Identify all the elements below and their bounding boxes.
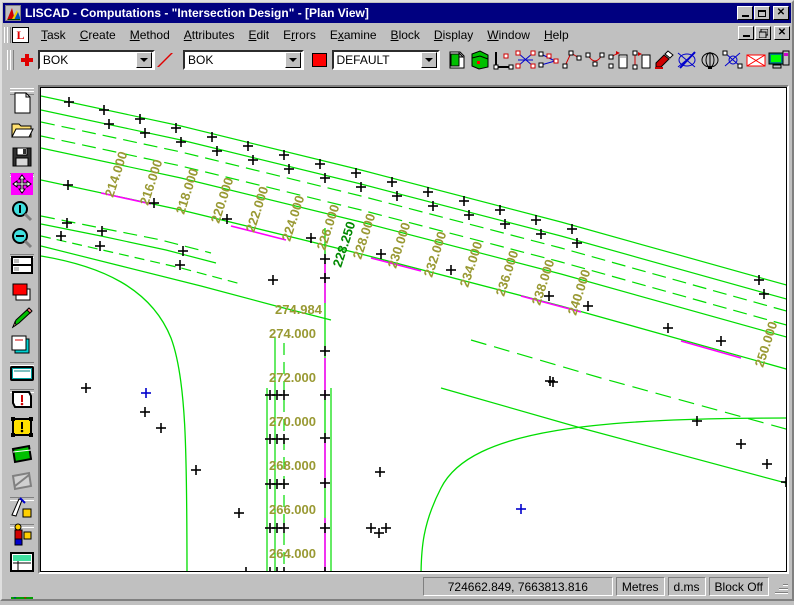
left-toolbar bbox=[5, 85, 38, 599]
intersect-icon[interactable] bbox=[722, 49, 744, 71]
contours-icon[interactable] bbox=[699, 49, 721, 71]
status-coordinates: 724662.849, 7663813.816 bbox=[422, 577, 613, 596]
pencil-draw-icon[interactable] bbox=[9, 306, 35, 332]
liscad-application-window: LISCAD - Computations - "Intersection De… bbox=[0, 0, 794, 601]
maximize-button[interactable] bbox=[754, 6, 770, 20]
close-button[interactable]: ✕ bbox=[773, 6, 789, 20]
error-alert-icon[interactable] bbox=[9, 387, 35, 413]
mdi-minimize-button[interactable] bbox=[738, 26, 754, 40]
surface-combo[interactable]: DEFAULT bbox=[331, 50, 440, 70]
delete-points-icon[interactable] bbox=[515, 49, 537, 71]
side-chainage-label-2: 272.000 bbox=[269, 370, 316, 385]
menu-bar: L Task Create Method Attributes Edit Err… bbox=[3, 25, 791, 45]
menu-item-display[interactable]: Display bbox=[427, 26, 480, 44]
line-style-icon[interactable] bbox=[161, 50, 180, 70]
delete-line-bin-icon[interactable] bbox=[630, 49, 652, 71]
zoom-in-icon[interactable] bbox=[9, 198, 35, 224]
mdi-child-controls: ✕ bbox=[737, 26, 790, 40]
main-area: 214.000 216.000 218.000 220.000 222.000 224.0… bbox=[5, 85, 789, 599]
side-chainage-label-6: 264.000 bbox=[269, 546, 316, 561]
side-chainage-label-3: 270.000 bbox=[269, 414, 316, 429]
window-controls: ✕ bbox=[736, 6, 789, 20]
import-file-icon[interactable] bbox=[446, 49, 468, 71]
toolbar-drag-grip[interactable] bbox=[6, 49, 15, 71]
plan-drawing[interactable]: 214.000 216.000 218.000 220.000 222.000 224.0… bbox=[41, 88, 787, 572]
liscad-menu-logo-icon[interactable]: L bbox=[12, 27, 29, 43]
surface-disabled-icon[interactable] bbox=[9, 468, 35, 494]
point-marker-icon[interactable] bbox=[20, 50, 34, 70]
new-file-icon[interactable] bbox=[9, 90, 35, 116]
point-layer-combo[interactable]: BOK bbox=[37, 50, 155, 70]
line-layer-value: BOK bbox=[187, 53, 214, 67]
menu-item-edit[interactable]: Edit bbox=[241, 26, 276, 44]
export-file-icon[interactable] bbox=[469, 49, 491, 71]
menu-item-task[interactable]: Task bbox=[34, 26, 73, 44]
table-report-icon[interactable] bbox=[9, 549, 35, 575]
add-points-icon[interactable] bbox=[538, 49, 560, 71]
open-folder-icon[interactable] bbox=[9, 117, 35, 143]
menu-item-attributes[interactable]: Attributes bbox=[177, 26, 242, 44]
menu-item-examine[interactable]: Examine bbox=[323, 26, 384, 44]
liscad-logo-icon[interactable] bbox=[5, 5, 21, 21]
menu-drag-grip[interactable] bbox=[3, 26, 11, 44]
window-view-icon[interactable] bbox=[9, 252, 35, 278]
surface-value: DEFAULT bbox=[336, 53, 390, 67]
edit-attributes-icon[interactable] bbox=[653, 49, 675, 71]
plan-view-canvas[interactable]: 214.000 216.000 218.000 220.000 222.000 224.0… bbox=[38, 85, 789, 574]
chevron-down-icon[interactable] bbox=[135, 52, 152, 68]
status-angle-format: d.ms bbox=[667, 577, 706, 596]
menu-item-block[interactable]: Block bbox=[384, 26, 427, 44]
side-chainage-label-4: 268.000 bbox=[269, 458, 316, 473]
arc-icon[interactable] bbox=[584, 49, 606, 71]
status-units: Metres bbox=[615, 577, 665, 596]
polyline-icon[interactable] bbox=[561, 49, 583, 71]
exclude-line-icon[interactable] bbox=[676, 49, 698, 71]
menu-item-method[interactable]: Method bbox=[123, 26, 177, 44]
zoom-out-icon[interactable] bbox=[9, 225, 35, 251]
duplicate-layers-icon[interactable] bbox=[9, 333, 35, 359]
minimize-button[interactable] bbox=[737, 6, 753, 20]
mdi-restore-button[interactable] bbox=[755, 26, 771, 40]
menu-item-errors[interactable]: Errors bbox=[276, 26, 323, 44]
color-layer-icon[interactable] bbox=[9, 279, 35, 305]
mdi-close-button[interactable]: ✕ bbox=[774, 26, 790, 40]
plot-view-icon[interactable] bbox=[768, 49, 790, 71]
tools-settings-icon[interactable] bbox=[9, 495, 35, 521]
point-layer-value: BOK bbox=[42, 53, 69, 67]
menu-item-create[interactable]: Create bbox=[73, 26, 123, 44]
save-disk-icon[interactable] bbox=[9, 144, 35, 170]
status-block-state: Block Off bbox=[708, 577, 769, 596]
clear-block-icon[interactable] bbox=[745, 49, 767, 71]
chevron-down-icon[interactable] bbox=[285, 52, 302, 68]
side-chainage-label-5: 266.000 bbox=[269, 502, 316, 517]
window-title: LISCAD - Computations - "Intersection De… bbox=[25, 6, 369, 20]
delete-point-bin-icon[interactable] bbox=[607, 49, 629, 71]
resize-grip-icon[interactable] bbox=[773, 579, 789, 595]
menu-item-help[interactable]: Help bbox=[537, 26, 576, 44]
figure-person-icon[interactable] bbox=[9, 522, 35, 548]
side-chainage-label-0: 274.984 bbox=[275, 302, 323, 317]
surface-mesh-icon[interactable] bbox=[9, 441, 35, 467]
keyboard-entry-icon[interactable] bbox=[9, 360, 35, 386]
main-toolbar: BOK BOK DEFAULT bbox=[3, 47, 791, 73]
plan-view-inner[interactable]: 214.000 216.000 218.000 220.000 222.000 224.0… bbox=[40, 87, 787, 572]
status-bar: 724662.849, 7663813.816 Metres d.ms Bloc… bbox=[5, 576, 789, 597]
line-layer-combo[interactable]: BOK bbox=[182, 50, 305, 70]
side-chainage-label-1: 274.000 bbox=[269, 326, 316, 341]
chevron-down-icon[interactable] bbox=[421, 52, 437, 68]
title-bar: LISCAD - Computations - "Intersection De… bbox=[3, 3, 791, 23]
warning-alert-icon[interactable] bbox=[9, 414, 35, 440]
coordinate-axes-icon[interactable] bbox=[492, 49, 514, 71]
color-swatch[interactable] bbox=[312, 53, 327, 67]
pan-move-icon[interactable] bbox=[9, 171, 35, 197]
menu-item-window[interactable]: Window bbox=[480, 26, 537, 44]
